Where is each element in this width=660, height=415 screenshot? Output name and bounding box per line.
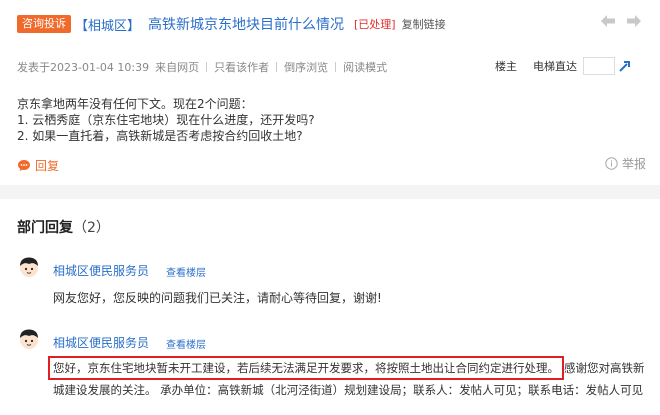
post-date: 发表于2023-01-04 10:39 bbox=[17, 61, 150, 74]
post-source: 来自网页 bbox=[155, 61, 200, 74]
info-icon bbox=[605, 157, 618, 170]
arrow-left-icon[interactable] bbox=[600, 14, 616, 28]
comment-icon bbox=[18, 160, 30, 171]
content-line: 2. 如果一直托着，高铁新城是否考虑按合约回收土地? bbox=[17, 129, 303, 143]
avatar[interactable] bbox=[17, 327, 41, 351]
view-floor-link[interactable]: 查看楼层 bbox=[166, 336, 206, 351]
dept-reply-count: （2） bbox=[73, 220, 110, 236]
district-link[interactable]: 【相城区】 bbox=[75, 15, 140, 34]
thread-nav bbox=[600, 14, 642, 28]
divider bbox=[206, 62, 208, 72]
floor-controls: 楼主 电梯直达 bbox=[495, 56, 632, 76]
elevator-label: 电梯直达 bbox=[533, 60, 577, 73]
reply-line: 您好，京东住宅地块暂未开工建设，若后续无法满足开发要求，将按照土地出让合同约定进… bbox=[48, 356, 653, 380]
arrow-right-icon[interactable] bbox=[626, 14, 642, 28]
floor-owner-label: 楼主 bbox=[495, 60, 517, 73]
go-icon[interactable] bbox=[618, 59, 632, 73]
view-floor-link[interactable]: 查看楼层 bbox=[166, 264, 206, 279]
status-badge: [已处理] bbox=[354, 18, 396, 31]
highlighted-text: 您好，京东住宅地块暂未开工建设，若后续无法满足开发要求，将按照土地出让合同约定进… bbox=[48, 356, 564, 380]
replier-name[interactable]: 相城区便民服务员 bbox=[53, 334, 149, 351]
reply-text: 网友您好，您反映的问题我们已关注，请耐心等待回复，谢谢! bbox=[53, 291, 382, 305]
post-title[interactable]: 高铁新城京东地块目前什么情况 bbox=[148, 14, 344, 34]
reverse-order-link[interactable]: 倒序浏览 bbox=[284, 59, 328, 75]
read-mode-link[interactable]: 阅读模式 bbox=[343, 59, 387, 75]
replier-name[interactable]: 相城区便民服务员 bbox=[53, 262, 149, 279]
post-header: 咨询投诉 【相城区】 高铁新城京东地块目前什么情况 [已处理] 复制链接 bbox=[17, 14, 446, 34]
avatar[interactable] bbox=[17, 255, 41, 279]
dept-reply-heading: 部门回复 bbox=[17, 220, 73, 236]
content-line: 京东拿地两年没有任何下文。现在2个问题： bbox=[17, 97, 253, 111]
dept-reply-title: 部门回复（2） bbox=[17, 217, 110, 237]
post-content: 京东拿地两年没有任何下文。现在2个问题： 1. 云栖秀庭（京东住宅地块）现在什么… bbox=[17, 96, 315, 144]
report-button[interactable]: 举报 bbox=[605, 155, 646, 172]
copy-link-button[interactable]: 复制链接 bbox=[402, 16, 446, 32]
only-author-link[interactable]: 只看该作者 bbox=[214, 59, 269, 75]
report-label: 举报 bbox=[621, 157, 646, 171]
reply-text-continued: 感谢您对高铁新 bbox=[564, 361, 645, 375]
divider bbox=[276, 62, 278, 72]
reply-text: 您好，京东住宅地块暂未开工建设，若后续无法满足开发要求，将按照土地出让合同约定进… bbox=[48, 356, 653, 400]
reply-label: 回复 bbox=[35, 159, 60, 173]
category-badge[interactable]: 咨询投诉 bbox=[17, 15, 71, 33]
post-meta: 发表于2023-01-04 10:39 来自网页 只看该作者 倒序浏览 阅读模式 bbox=[17, 60, 387, 74]
divider bbox=[335, 62, 337, 72]
reply-button[interactable]: 回复 bbox=[17, 157, 59, 174]
content-line: 1. 云栖秀庭（京东住宅地块）现在什么进度，还开发吗? bbox=[17, 113, 315, 127]
section-divider bbox=[0, 185, 660, 199]
floor-jump-input[interactable] bbox=[583, 57, 615, 75]
reply-line: 城建设发展的关注。 承办单位：高铁新城（北河泾街道）规划建设局；联系人：发帖人可… bbox=[53, 383, 644, 397]
